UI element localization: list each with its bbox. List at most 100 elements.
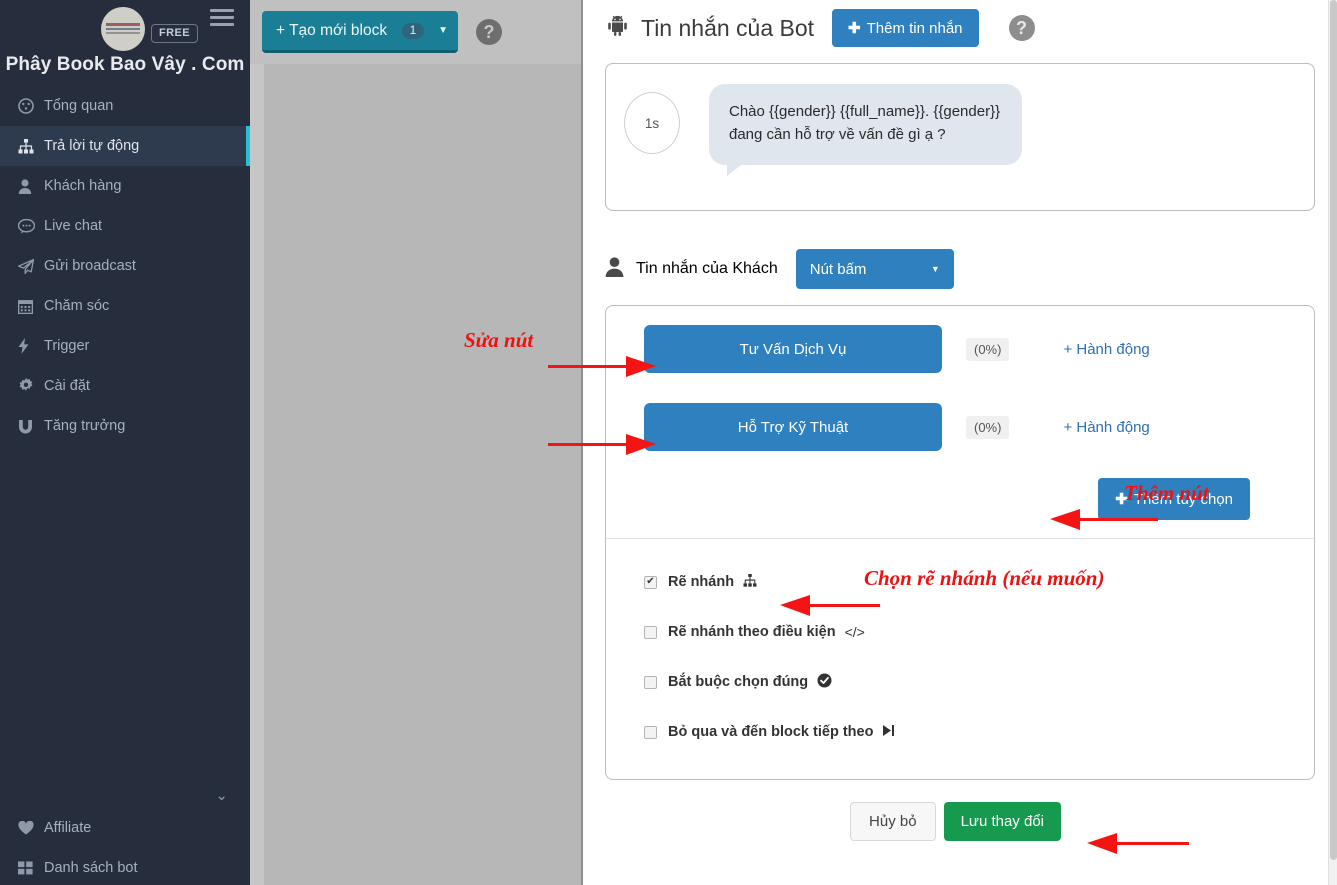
chat-icon [18,218,44,234]
sidebar-item-cham-soc[interactable]: Chăm sóc [0,286,250,326]
checkbox-label: Bỏ qua và đến block tiếp theo [668,724,874,740]
sidebar-item-tang-truong[interactable]: Tăng trưởng [0,406,250,446]
checkbox-row-bo-qua[interactable]: Bỏ qua và đến block tiếp theo [606,707,1314,757]
message-type-select[interactable]: Nút bấm ▼ [795,249,954,289]
chevron-down-icon[interactable]: ▼ [438,25,448,36]
check-circle-icon [817,673,832,691]
bot-message-line-2: đang cần hỗ trợ về vấn đề gì ạ ? [729,126,946,144]
option-label: Tư Vấn Dịch Vụ [739,340,847,358]
sitemap-icon [18,138,44,154]
sidebar-item-tong-quan[interactable]: Tổng quan [0,86,250,126]
sidebar: FREE Phây Book Bao Vây . Com Tổng quan T… [0,0,250,885]
plus-icon: ✚ [848,20,861,37]
user-icon [18,178,44,194]
sidebar-item-gui-broadcast[interactable]: Gửi broadcast [0,246,250,286]
plus-icon: ✚ [1115,491,1128,508]
sitemap-icon [743,574,757,590]
sidebar-item-label: Trả lời tự động [44,138,140,154]
option-button-1[interactable]: Tư Vấn Dịch Vụ [644,325,942,373]
sidebar-item-label: Chăm sóc [44,298,110,314]
sidebar-item-label: Live chat [44,218,103,234]
block-list-panel: + Tạo mới block 1 ▼ ? [250,0,583,885]
heart-icon [18,821,44,835]
add-option-button[interactable]: ✚ Thêm tùy chọn [1098,478,1250,520]
add-option-wrap: ✚ Thêm tùy chọn [606,456,1314,538]
brand-logo [101,7,145,51]
add-option-label: Thêm tùy chọn [1133,490,1233,508]
block-list-body [264,64,581,885]
checkbox-row-bat-buoc[interactable]: Bắt buộc chọn đúng [606,657,1314,707]
checkbox-row-dieu-kien[interactable]: Rẽ nhánh theo điều kiện </> [606,607,1314,657]
create-block-button[interactable]: + Tạo mới block 1 ▼ [262,11,458,53]
option-row: Tư Vấn Dịch Vụ (0%) + Hành động [606,320,1314,378]
bot-message-title: Tin nhắn của Bot [641,14,815,41]
sidebar-item-affiliate[interactable]: Affiliate [0,808,250,848]
checkbox-row-re-nhanh[interactable]: Rẽ nhánh [606,557,1314,607]
sidebar-item-trigger[interactable]: Trigger [0,326,250,366]
sidebar-item-live-chat[interactable]: Live chat [0,206,250,246]
option-label: Hỗ Trợ Kỹ Thuật [737,418,849,436]
plan-badge: FREE [151,24,198,43]
sidebar-nav: Tổng quan Trả lời tự động Khách hàng Liv… [0,86,250,446]
checkbox-bo-qua[interactable] [644,725,657,739]
option-row: Hỗ Trợ Kỹ Thuật (0%) + Hành động [606,398,1314,456]
magnet-icon [18,419,44,434]
guest-message-title: Tin nhắn của Khách [636,260,778,277]
sidebar-item-label: Gửi broadcast [44,258,136,274]
sidebar-item-khach-hang[interactable]: Khách hàng [0,166,250,206]
calendar-icon [18,299,44,314]
editor-footer: Hủy bỏ Lưu thay đổi [605,802,1315,841]
bot-message-bubble[interactable]: Chào {{gender}} {{full_name}}. {{gender}… [709,84,1023,175]
android-robot-icon [605,15,629,42]
sidebar-item-danh-sach-bot[interactable]: Danh sách bot [0,848,250,885]
help-icon[interactable]: ? [476,19,502,45]
user-icon [605,256,624,282]
sidebar-item-tra-loi-tu-dong[interactable]: Trả lời tự động [0,126,250,166]
checkbox-re-nhanh[interactable] [644,575,657,589]
guest-options-card: Tư Vấn Dịch Vụ (0%) + Hành động Hỗ Trợ K… [605,305,1315,780]
paper-plane-icon [18,258,44,274]
sidebar-item-label: Khách hàng [44,178,122,194]
bot-message-card: 1s Chào {{gender}} {{full_name}}. {{gend… [605,63,1315,211]
checkbox-bat-buoc[interactable] [644,675,657,689]
sidebar-item-cai-dat[interactable]: Cài đặt [0,366,250,406]
checkbox-label: Rẽ nhánh [668,574,735,590]
add-action-link-2[interactable]: + Hành động [1063,419,1149,436]
checkbox-label: Rẽ nhánh theo điều kiện [668,624,836,640]
block-toolbar: + Tạo mới block 1 ▼ ? [250,0,581,64]
sidebar-header: FREE [0,0,250,60]
sidebar-bottom: ⌄ Affiliate Danh sách bot ? Hỗ trợ [0,776,250,885]
delay-badge[interactable]: 1s [624,92,680,154]
checkbox-dieu-kien[interactable] [644,625,657,639]
guest-message-header: Tin nhắn của Khách Nút bấm ▼ [605,249,1315,289]
sidebar-item-label: Tổng quan [44,98,114,114]
add-message-label: Thêm tin nhắn [866,19,963,37]
sidebar-item-label: Trigger [44,338,90,354]
vertical-scrollbar[interactable] [1328,0,1337,885]
hamburger-icon[interactable] [210,9,234,30]
bot-message-line-1: Chào {{gender}} {{full_name}}. {{gender}… [729,103,1001,120]
code-icon: </> [844,624,865,640]
sidebar-item-label: Danh sách bot [44,860,138,876]
create-block-label: + Tạo mới block [276,21,388,39]
grid-icon [18,861,44,875]
sidebar-item-label: Affiliate [44,820,92,836]
message-type-value: Nút bấm [809,260,867,278]
option-percent-2: (0%) [966,415,1010,439]
option-button-2[interactable]: Hỗ Trợ Kỹ Thuật [644,403,942,451]
editor-content: Tin nhắn của Bot ✚ Thêm tin nhắn ? 1s Ch… [583,0,1337,885]
gear-icon [18,378,44,394]
step-forward-icon [882,724,895,740]
chevron-down-icon[interactable]: ⌄ [0,776,250,808]
block-count-badge: 1 [401,22,425,39]
save-button[interactable]: Lưu thay đổi [943,802,1061,841]
add-message-button[interactable]: ✚ Thêm tin nhắn [832,9,979,47]
help-icon[interactable]: ? [1008,15,1035,41]
sidebar-item-label: Tăng trưởng [44,418,126,434]
add-action-link-1[interactable]: + Hành động [1063,341,1149,358]
bolt-icon [18,338,44,354]
scrollbar-thumb[interactable] [1330,0,1337,860]
cancel-button[interactable]: Hủy bỏ [850,802,936,841]
dashboard-icon [18,98,44,114]
checkbox-label: Bắt buộc chọn đúng [668,674,809,690]
